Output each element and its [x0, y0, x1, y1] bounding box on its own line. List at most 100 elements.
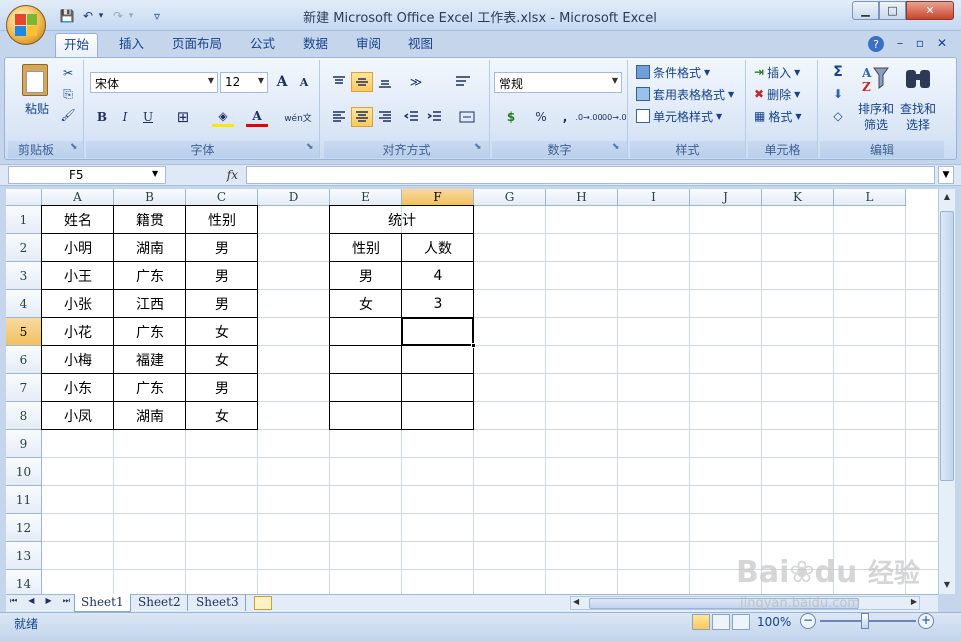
undo-dropdown-icon[interactable]: ▾	[96, 7, 106, 25]
format-cells-button[interactable]: ▦ 格式 ▼	[754, 107, 802, 125]
vertical-scrollbar[interactable]: ▲ ▼	[938, 189, 955, 594]
copy-icon[interactable]: ⎘	[58, 85, 78, 103]
number-launcher-icon[interactable]: ⬊	[612, 142, 620, 152]
close-button[interactable]: ✕	[906, 1, 954, 20]
tab-view[interactable]: 视图	[400, 33, 441, 57]
cell-c4[interactable]: 男	[186, 290, 258, 318]
sheet-tab-sheet3[interactable]: Sheet3	[190, 594, 246, 611]
cell-e1[interactable]: 统计	[330, 206, 474, 234]
cut-icon[interactable]: ✂	[58, 64, 78, 82]
sheet-tab-sheet2[interactable]: Sheet2	[132, 594, 188, 611]
format-as-table-button[interactable]: 套用表格格式 ▼	[636, 85, 734, 103]
column-header-b[interactable]: B	[114, 189, 186, 206]
cell-b1[interactable]: 籍贯	[114, 206, 186, 234]
sheet-tab-sheet1[interactable]: Sheet1	[74, 594, 131, 612]
align-right-icon[interactable]	[374, 107, 396, 127]
tab-review[interactable]: 审阅	[348, 33, 389, 57]
formula-input[interactable]	[246, 166, 935, 184]
scroll-right-icon[interactable]: ▶	[911, 597, 917, 606]
cell-b8[interactable]: 湖南	[114, 402, 186, 430]
vertical-scroll-thumb[interactable]	[940, 211, 954, 481]
decrease-decimal-icon[interactable]: .00→.0	[599, 107, 626, 127]
row-header-1[interactable]: 1	[6, 206, 42, 234]
tab-data[interactable]: 数据	[295, 33, 336, 57]
border-icon[interactable]: ⊞	[172, 107, 194, 127]
cell-b6[interactable]: 福建	[114, 346, 186, 374]
column-header-h[interactable]: H	[546, 189, 618, 206]
merge-center-icon[interactable]	[452, 107, 482, 127]
cell-a2[interactable]: 小明	[42, 234, 114, 262]
last-sheet-icon[interactable]: ⏭	[63, 596, 70, 610]
tab-insert[interactable]: 插入	[111, 33, 152, 57]
increase-indent-icon[interactable]	[423, 107, 445, 127]
sort-filter-button[interactable]: AZ 排序和 筛选	[856, 62, 896, 132]
row-header-14[interactable]: 14	[6, 570, 42, 594]
align-left-icon[interactable]	[328, 107, 350, 127]
insert-function-icon[interactable]: fx	[168, 166, 244, 184]
minimize-button[interactable]: ▁	[852, 1, 879, 20]
bold-button[interactable]: B	[91, 107, 113, 127]
cell-a6[interactable]: 小梅	[42, 346, 114, 374]
cell-a4[interactable]: 小张	[42, 290, 114, 318]
clear-icon[interactable]: ◇	[826, 107, 850, 125]
row-header-9[interactable]: 9	[6, 430, 42, 458]
orientation-icon[interactable]: ≫	[400, 72, 432, 92]
scroll-up-icon[interactable]: ▲	[940, 190, 954, 204]
customize-qat-icon[interactable]: ▿	[150, 7, 164, 25]
tab-page-layout[interactable]: 页面布局	[164, 33, 230, 57]
zoom-in-button[interactable]: +	[918, 613, 934, 629]
cell-e2[interactable]: 性别	[330, 234, 402, 262]
delete-cells-button[interactable]: ✖ 删除 ▼	[754, 85, 800, 103]
ribbon-minimize-icon[interactable]: –	[892, 34, 908, 52]
row-header-3[interactable]: 3	[6, 262, 42, 290]
row-header-5[interactable]: 5	[6, 318, 42, 346]
scroll-down-icon[interactable]: ▼	[940, 578, 954, 592]
cell-c7[interactable]: 男	[186, 374, 258, 402]
comma-icon[interactable]: ,	[554, 107, 576, 127]
ribbon-close-icon[interactable]: ✕	[934, 34, 950, 52]
cell-a5[interactable]: 小花	[42, 318, 114, 346]
page-break-view-icon[interactable]	[732, 614, 750, 630]
font-launcher-icon[interactable]: ⬊	[306, 142, 314, 152]
page-layout-view-icon[interactable]	[712, 614, 730, 630]
cell-f2[interactable]: 人数	[402, 234, 474, 262]
find-select-button[interactable]: 查找和 选择	[898, 62, 938, 132]
fill-down-icon[interactable]: ⬇	[826, 85, 850, 103]
next-sheet-icon[interactable]: ▶	[46, 596, 52, 610]
column-header-i[interactable]: I	[618, 189, 690, 206]
cell-c5[interactable]: 女	[186, 318, 258, 346]
redo-dropdown-icon[interactable]: ▾	[126, 7, 136, 25]
phonetic-icon[interactable]: wén文	[282, 107, 314, 127]
align-bottom-icon[interactable]	[374, 72, 396, 92]
zoom-slider-thumb[interactable]	[861, 613, 869, 629]
column-header-l[interactable]: L	[834, 189, 906, 206]
cell-a8[interactable]: 小凤	[42, 402, 114, 430]
autosum-icon[interactable]: Σ	[826, 63, 850, 81]
percent-icon[interactable]: %	[530, 107, 552, 127]
grow-font-icon[interactable]: A	[271, 72, 293, 92]
first-sheet-icon[interactable]: ⏮	[10, 596, 17, 610]
underline-button[interactable]: U	[137, 107, 159, 127]
insert-sheet-icon[interactable]	[254, 596, 272, 610]
column-header-j[interactable]: J	[690, 189, 762, 206]
cell-f4[interactable]: 3	[402, 290, 474, 318]
cell-b2[interactable]: 湖南	[114, 234, 186, 262]
row-header-10[interactable]: 10	[6, 458, 42, 486]
cell-b7[interactable]: 广东	[114, 374, 186, 402]
conditional-format-button[interactable]: 条件格式 ▼	[636, 63, 710, 81]
worksheet-grid[interactable]: A B C D E F G H I J K L 1 2 3 4 5 6 7 8 9 10 11 12 13 14 姓名 籍贯 性别 小明湖…	[6, 189, 938, 594]
column-header-e[interactable]: E	[330, 189, 402, 206]
cell-c2[interactable]: 男	[186, 234, 258, 262]
increase-decimal-icon[interactable]: .0→.00	[575, 107, 602, 127]
column-header-f[interactable]: F	[402, 189, 474, 206]
row-header-13[interactable]: 13	[6, 542, 42, 570]
decrease-indent-icon[interactable]	[400, 107, 422, 127]
scroll-left-icon[interactable]: ◀	[573, 597, 579, 606]
wrap-text-icon[interactable]	[452, 72, 474, 92]
cell-b3[interactable]: 广东	[114, 262, 186, 290]
undo-icon[interactable]: ↶	[80, 7, 96, 25]
zoom-level[interactable]: 100%	[757, 615, 791, 629]
active-cell-cursor[interactable]	[401, 317, 474, 346]
cell-c8[interactable]: 女	[186, 402, 258, 430]
name-box-dropdown-icon[interactable]: ▼	[152, 169, 158, 178]
